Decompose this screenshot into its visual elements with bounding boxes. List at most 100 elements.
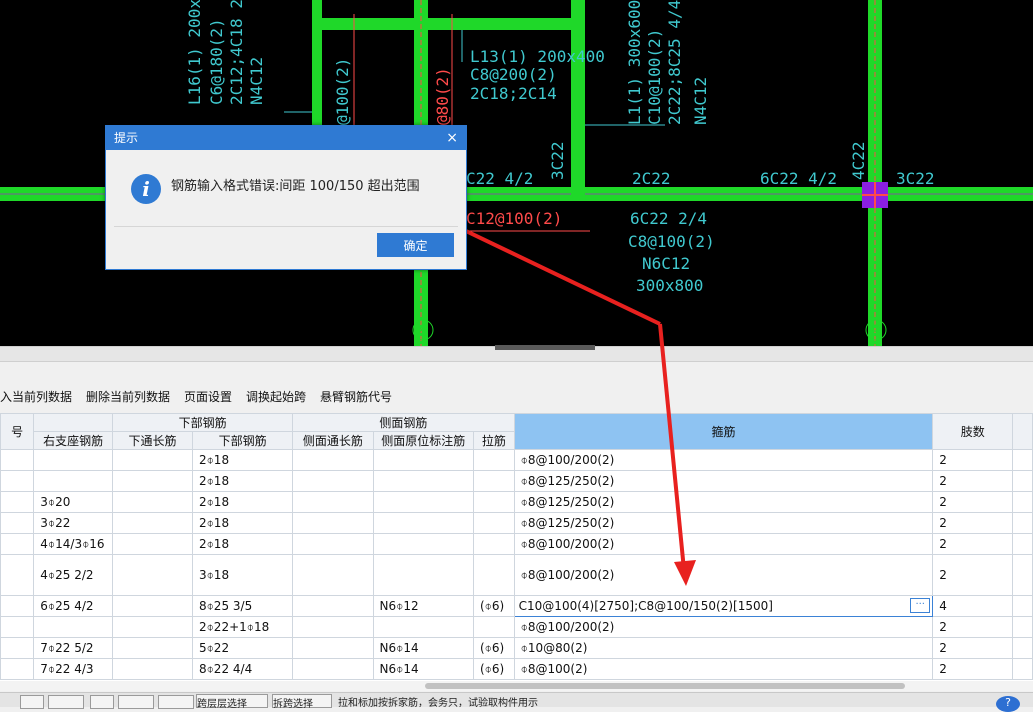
cell-tie[interactable]: (⌽6) (472, 595, 515, 617)
cell-number[interactable] (0, 449, 35, 471)
panel-splitter[interactable] (0, 345, 1033, 362)
cell-right-support[interactable] (33, 449, 114, 471)
cell-bottom-through[interactable] (112, 470, 193, 492)
cell-side-through[interactable] (292, 658, 374, 680)
cell-bottom-rebar[interactable]: 2⌽18 (191, 470, 294, 492)
cell-number[interactable] (0, 658, 35, 680)
cell-side-inplace[interactable] (372, 449, 474, 471)
cell-side-inplace[interactable]: N6⌽14 (372, 637, 474, 659)
table-row[interactable]: 7⌽22 4/3 8⌽22 4/4 N6⌽14 (⌽6) ⌽8@100(2) 2 (0, 658, 1033, 680)
cell-side-through[interactable] (292, 491, 374, 513)
cell-side-inplace[interactable] (372, 533, 474, 555)
cell-side-through[interactable] (292, 449, 374, 471)
cell-tie[interactable] (472, 449, 515, 471)
status-button-4[interactable] (118, 695, 154, 709)
table-row[interactable]: 2⌽22+1⌽18 ⌽8@100/200(2) 2 (0, 616, 1033, 638)
cell-stirrup[interactable]: ⌽8@100/200(2) (513, 616, 934, 638)
cell-tie[interactable] (472, 512, 515, 534)
cell-number[interactable] (0, 616, 35, 638)
close-icon[interactable]: × (446, 126, 458, 150)
cell-right-support[interactable]: 4⌽14/3⌽16 (33, 533, 114, 555)
col-header-bottom-through[interactable]: 下通长筋 (112, 431, 193, 450)
cell-number[interactable] (0, 512, 35, 534)
cell-legs[interactable]: 4 (932, 595, 1014, 617)
col-header-tie[interactable]: 拉筋 (472, 431, 515, 450)
cell-right-support[interactable]: 6⌽25 4/2 (33, 595, 114, 617)
rebar-table[interactable]: 号 下部钢筋 侧面钢筋 箍筋 肢数 右支座钢筋 下通长筋 下部钢筋 侧面通长筋 … (0, 413, 1033, 681)
cell-legs[interactable]: 2 (932, 449, 1014, 471)
table-row[interactable]: 2⌽18 ⌽8@125/250(2) 2 (0, 470, 1033, 492)
cell-legs[interactable]: 2 (932, 470, 1014, 492)
cell-stirrup[interactable]: ⌽8@125/250(2) (513, 512, 934, 534)
status-button-5[interactable] (158, 695, 194, 709)
cell-side-inplace[interactable] (372, 554, 474, 596)
cell-tie[interactable] (472, 616, 515, 638)
cell-stirrup[interactable]: ⌽8@125/250(2) (513, 491, 934, 513)
table-row[interactable]: 3⌽22 2⌽18 ⌽8@125/250(2) 2 (0, 512, 1033, 534)
cell-number[interactable] (0, 491, 35, 513)
cell-side-through[interactable] (292, 616, 374, 638)
cell-right-support[interactable]: 4⌽25 2/2 (33, 554, 114, 596)
cell-right-support[interactable] (33, 470, 114, 492)
table-row[interactable]: 2⌽18 ⌽8@100/200(2) 2 (0, 449, 1033, 471)
help-icon[interactable]: ? (996, 696, 1020, 712)
table-row[interactable]: 4⌽25 2/2 3⌽18 ⌽8@100/200(2) 2 (0, 554, 1033, 596)
cell-bottom-through[interactable] (112, 449, 193, 471)
toolbar-insert-column-data[interactable]: 入当前列数据 (0, 388, 72, 405)
col-header-side-through[interactable]: 侧面通长筋 (292, 431, 374, 450)
scrollbar-thumb[interactable] (425, 683, 905, 689)
toolbar-swap-start-span[interactable]: 调换起始跨 (246, 388, 306, 405)
col-header-legs[interactable]: 肢数 (932, 413, 1014, 450)
cell-tie[interactable]: (⌽6) (472, 637, 515, 659)
cell-bottom-rebar[interactable]: 2⌽18 (191, 449, 294, 471)
cell-tie[interactable] (472, 491, 515, 513)
cell-bottom-through[interactable] (112, 512, 193, 534)
cell-bottom-rebar[interactable]: 2⌽18 (191, 491, 294, 513)
col-header-side-inplace[interactable]: 侧面原位标注筋 (372, 431, 474, 450)
cell-stirrup[interactable]: ⌽10@80(2) (513, 637, 934, 659)
cell-number[interactable] (0, 554, 35, 596)
ellipsis-button[interactable]: ··· (910, 598, 931, 613)
cell-stirrup[interactable]: ⌽8@100/200(2) (513, 533, 934, 555)
cell-legs[interactable]: 2 (932, 554, 1014, 596)
cell-bottom-rebar[interactable]: 3⌽18 (191, 554, 294, 596)
col-header-right-support[interactable]: 右支座钢筋 (33, 431, 114, 450)
cell-right-support[interactable]: 7⌽22 4/3 (33, 658, 114, 680)
cell-bottom-rebar[interactable]: 2⌽18 (191, 512, 294, 534)
cell-number[interactable] (0, 637, 35, 659)
col-header-bottom-rebar[interactable]: 下部钢筋 (191, 431, 294, 450)
cell-legs[interactable]: 2 (932, 533, 1014, 555)
cell-bottom-rebar[interactable]: 8⌽22 4/4 (191, 658, 294, 680)
table-row[interactable]: 4⌽14/3⌽16 2⌽18 ⌽8@100/200(2) 2 (0, 533, 1033, 555)
cell-bottom-rebar[interactable]: 2⌽22+1⌽18 (191, 616, 294, 638)
status-button-2[interactable] (48, 695, 84, 709)
cell-side-inplace[interactable]: N6⌽12 (372, 595, 474, 617)
cell-bottom-through[interactable] (112, 491, 193, 513)
status-button-3[interactable] (90, 695, 114, 709)
cell-stirrup[interactable]: ⌽8@125/250(2) (513, 470, 934, 492)
cell-legs[interactable]: 2 (932, 616, 1014, 638)
cell-right-support[interactable]: 3⌽20 (33, 491, 114, 513)
splitter-grip[interactable] (495, 345, 595, 350)
cell-legs[interactable]: 2 (932, 637, 1014, 659)
cell-stirrup[interactable]: ⌽8@100/200(2) (513, 449, 934, 471)
cell-side-through[interactable] (292, 637, 374, 659)
cell-bottom-rebar[interactable]: 5⌽22 (191, 637, 294, 659)
cell-side-inplace[interactable] (372, 470, 474, 492)
cell-legs[interactable]: 2 (932, 658, 1014, 680)
table-row[interactable]: 3⌽20 2⌽18 ⌽8@125/250(2) 2 (0, 491, 1033, 513)
cell-side-through[interactable] (292, 595, 374, 617)
cell-bottom-through[interactable] (112, 637, 193, 659)
cell-right-support[interactable]: 3⌽22 (33, 512, 114, 534)
cell-side-through[interactable] (292, 533, 374, 555)
cell-bottom-rebar[interactable]: 2⌽18 (191, 533, 294, 555)
col-header-stirrup[interactable]: 箍筋 (513, 413, 934, 450)
cell-number[interactable] (0, 533, 35, 555)
cell-stirrup-editing[interactable]: C10@100(4)[2750];C8@100/150(2)[1500] ··· (513, 595, 934, 617)
cell-bottom-rebar[interactable]: 8⌽25 3/5 (191, 595, 294, 617)
cell-right-support[interactable]: 7⌽22 5/2 (33, 637, 114, 659)
toolbar-page-setup[interactable]: 页面设置 (184, 388, 232, 405)
cell-tie[interactable]: (⌽6) (472, 658, 515, 680)
cell-tie[interactable] (472, 554, 515, 596)
horizontal-scrollbar[interactable] (0, 681, 1033, 691)
